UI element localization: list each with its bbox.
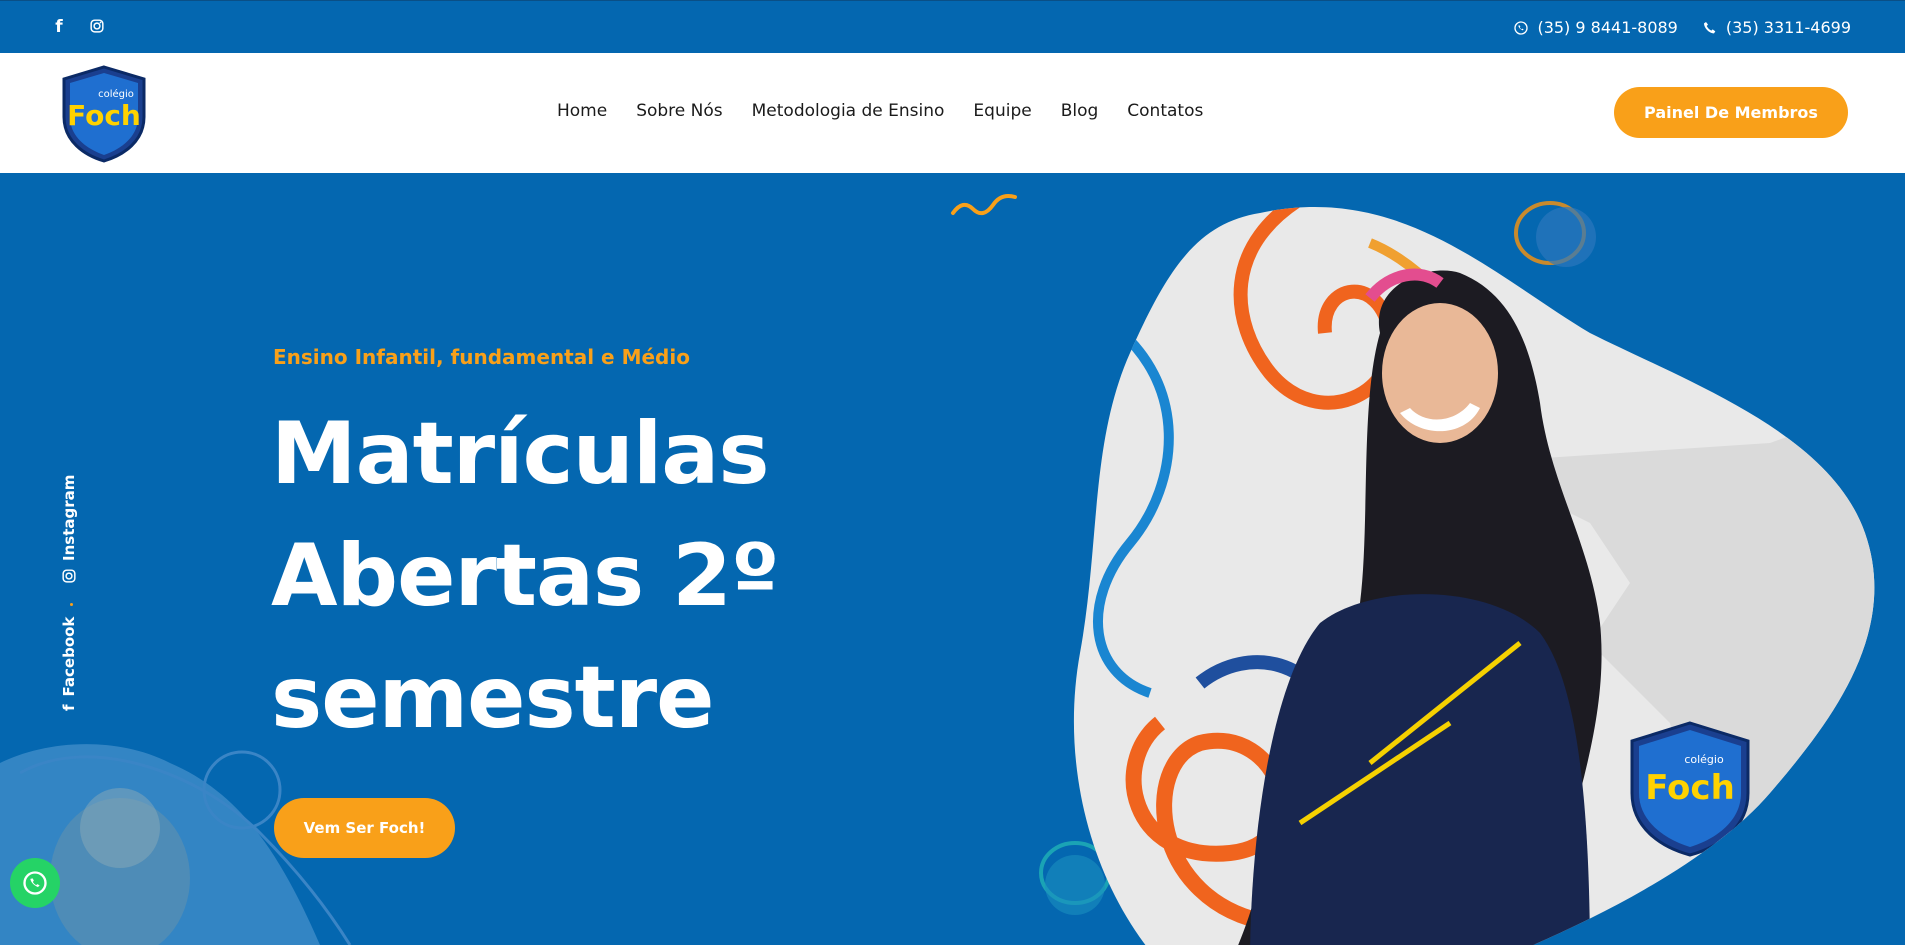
school-logo[interactable]: colégio Foch <box>58 65 150 163</box>
svg-text:colégio: colégio <box>1684 753 1724 766</box>
member-panel-button[interactable]: Painel De Membros <box>1614 87 1848 138</box>
nav-contatos[interactable]: Contatos <box>1127 101 1203 121</box>
vem-ser-foch-button[interactable]: Vem Ser Foch! <box>274 798 455 858</box>
vertical-social-links: Instagram f Facebook <box>60 473 84 713</box>
top-social-links: f <box>52 17 104 38</box>
nav-blog[interactable]: Blog <box>1061 101 1099 121</box>
nav-metodologia[interactable]: Metodologia de Ensino <box>752 101 945 121</box>
hero-title-line-3: semestre <box>271 648 715 748</box>
instagram-label: Instagram <box>60 474 78 561</box>
hero-title: Matrículas Abertas 2º semestre <box>271 393 779 759</box>
whatsapp-float-button[interactable] <box>10 858 60 908</box>
landline-number: (35) 3311-4699 <box>1725 18 1851 37</box>
hero-subtitle: Ensino Infantil, fundamental e Médio <box>273 345 690 369</box>
landline-phone-link[interactable]: (35) 3311-4699 <box>1702 18 1851 37</box>
top-phones: (35) 9 8441-8089 (35) 3311-4699 <box>1513 18 1851 37</box>
instagram-icon <box>62 569 76 583</box>
top-bar: f (35) 9 8441-8089 (35) 3311-4699 <box>0 0 1905 53</box>
vertical-instagram-link[interactable]: Instagram <box>60 475 78 583</box>
hero-title-line-1: Matrículas <box>271 404 770 504</box>
whatsapp-number: (35) 9 8441-8089 <box>1537 18 1678 37</box>
phone-icon <box>1703 21 1716 33</box>
svg-text:Foch: Foch <box>1645 768 1735 808</box>
facebook-icon: f <box>60 704 78 711</box>
site-header: colégio Foch Home Sobre Nós Metodologia … <box>0 53 1905 173</box>
vertical-facebook-link[interactable]: f Facebook <box>60 617 78 711</box>
whatsapp-icon <box>23 871 47 895</box>
image-logo-badge: colégio Foch <box>1630 721 1750 857</box>
whatsapp-phone-link[interactable]: (35) 9 8441-8089 <box>1513 18 1678 37</box>
nav-sobre-nos[interactable]: Sobre Nós <box>636 101 722 121</box>
whatsapp-icon <box>1514 20 1529 35</box>
logo-big-text: Foch <box>67 99 141 132</box>
nav-equipe[interactable]: Equipe <box>973 101 1031 121</box>
facebook-icon[interactable]: f <box>52 17 66 38</box>
hero-title-line-2: Abertas 2º <box>271 526 779 626</box>
plush-toy-image <box>50 788 190 945</box>
instagram-icon[interactable] <box>90 17 104 38</box>
main-nav: Home Sobre Nós Metodologia de Ensino Equ… <box>557 101 1203 121</box>
facebook-label: Facebook <box>60 616 78 697</box>
nav-home[interactable]: Home <box>557 101 607 121</box>
hero-student-image: colégio Foch <box>1073 207 1875 945</box>
social-separator <box>70 603 73 606</box>
hero-section: Ensino Infantil, fundamental e Médio Mat… <box>0 173 1905 945</box>
